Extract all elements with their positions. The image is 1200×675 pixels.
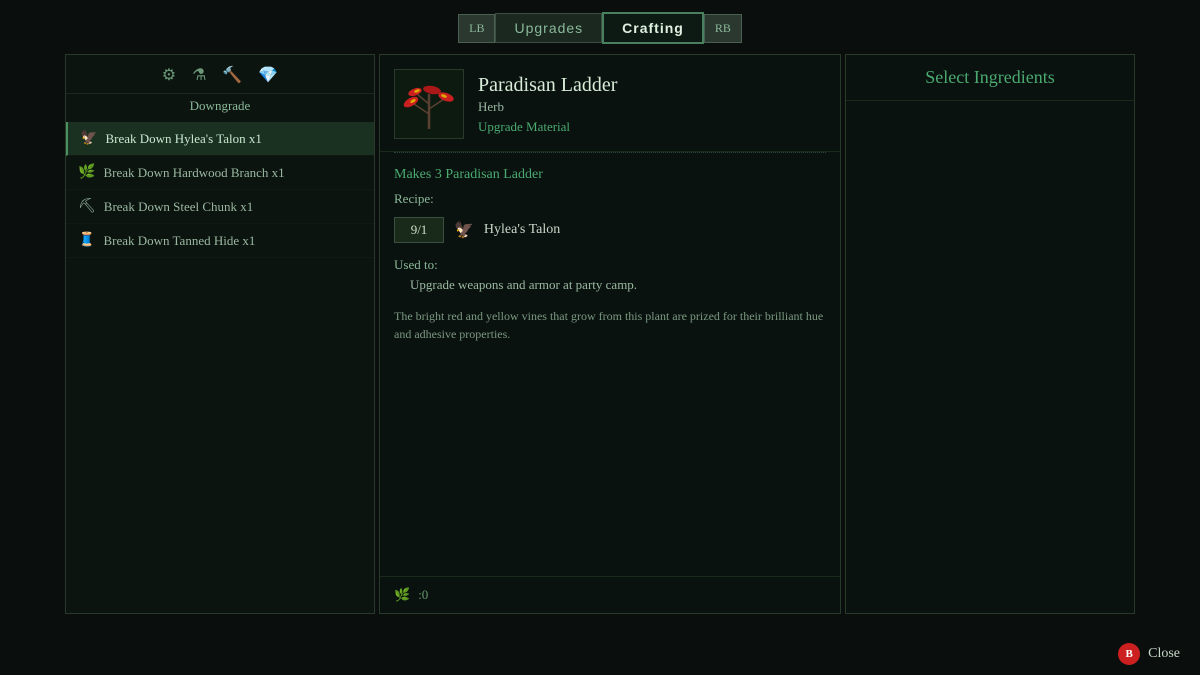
recipe-label-3: Break Down Steel Chunk x1 — [104, 199, 253, 215]
downgrade-icon-3: 🔨 — [222, 65, 242, 85]
middle-footer: 🌿 :0 — [380, 576, 840, 613]
item-subtype: Upgrade Material — [478, 119, 826, 135]
left-panel-header: ⚙ ⚗ 🔨 💎 — [66, 55, 374, 94]
downgrade-icon-1: ⚙ — [162, 65, 176, 85]
item-description: The bright red and yellow vines that gro… — [394, 307, 826, 343]
recipe-icon-2: 🌿 — [78, 164, 95, 181]
recipe-icon-3: ⛏ — [78, 198, 96, 215]
main-layout: ⚙ ⚗ 🔨 💎 Downgrade 🦅 Break Down Hylea's T… — [65, 54, 1135, 614]
item-type: Herb — [478, 99, 826, 115]
rb-trigger[interactable]: RB — [704, 14, 742, 43]
used-to-text: Upgrade weapons and armor at party camp. — [410, 277, 826, 293]
crafting-tab[interactable]: Crafting — [602, 12, 704, 44]
right-panel-title: Select Ingredients — [846, 55, 1134, 101]
right-panel-content — [846, 101, 1134, 613]
lb-trigger[interactable]: LB — [458, 14, 495, 43]
item-info: Paradisan Ladder Herb Upgrade Material — [478, 74, 826, 135]
makes-label: Makes 3 Paradisan Ladder — [394, 167, 826, 183]
recipe-label-4: Break Down Tanned Hide x1 — [103, 233, 255, 249]
recipe-item-3[interactable]: ⛏ Break Down Steel Chunk x1 — [66, 190, 374, 224]
bottom-bar: B Close — [1118, 643, 1180, 665]
close-label: Close — [1148, 646, 1180, 662]
left-panel: ⚙ ⚗ 🔨 💎 Downgrade 🦅 Break Down Hylea's T… — [65, 54, 375, 614]
item-header: Paradisan Ladder Herb Upgrade Material — [380, 55, 840, 152]
right-panel: Select Ingredients — [845, 54, 1135, 614]
top-navigation: LB Upgrades Crafting RB — [0, 0, 1200, 54]
recipe-icon-4: 🧵 — [78, 232, 95, 249]
ingredient-row: 9/1 🦅 Hylea's Talon — [394, 217, 826, 243]
ingredient-count: 9/1 — [394, 217, 444, 243]
middle-content: Makes 3 Paradisan Ladder Recipe: 9/1 🦅 H… — [380, 153, 840, 576]
category-label: Downgrade — [66, 94, 374, 122]
close-button-icon[interactable]: B — [1118, 643, 1140, 665]
recipe-label-1: Break Down Hylea's Talon x1 — [105, 131, 261, 147]
item-image — [394, 69, 464, 139]
downgrade-icon-4: 💎 — [258, 65, 278, 85]
recipe-list: 🦅 Break Down Hylea's Talon x1 🌿 Break Do… — [66, 122, 374, 613]
footer-icon: 🌿 — [394, 587, 410, 603]
recipe-icon-1: 🦅 — [80, 130, 97, 147]
recipe-item-2[interactable]: 🌿 Break Down Hardwood Branch x1 — [66, 156, 374, 190]
downgrade-icon-2: ⚗ — [192, 65, 206, 85]
recipe-item-4[interactable]: 🧵 Break Down Tanned Hide x1 — [66, 224, 374, 258]
ingredient-icon: 🦅 — [454, 220, 474, 240]
recipe-section-label: Recipe: — [394, 191, 826, 207]
recipe-item-1[interactable]: 🦅 Break Down Hylea's Talon x1 — [66, 122, 374, 156]
recipe-label-2: Break Down Hardwood Branch x1 — [103, 165, 284, 181]
used-to-label: Used to: — [394, 257, 826, 273]
ingredient-name: Hylea's Talon — [484, 222, 560, 238]
used-to-section: Used to: Upgrade weapons and armor at pa… — [394, 257, 826, 343]
middle-panel: Paradisan Ladder Herb Upgrade Material M… — [379, 54, 841, 614]
herb-svg — [399, 74, 459, 134]
item-name: Paradisan Ladder — [478, 74, 826, 97]
upgrades-tab[interactable]: Upgrades — [495, 13, 602, 43]
footer-count: :0 — [418, 587, 428, 603]
